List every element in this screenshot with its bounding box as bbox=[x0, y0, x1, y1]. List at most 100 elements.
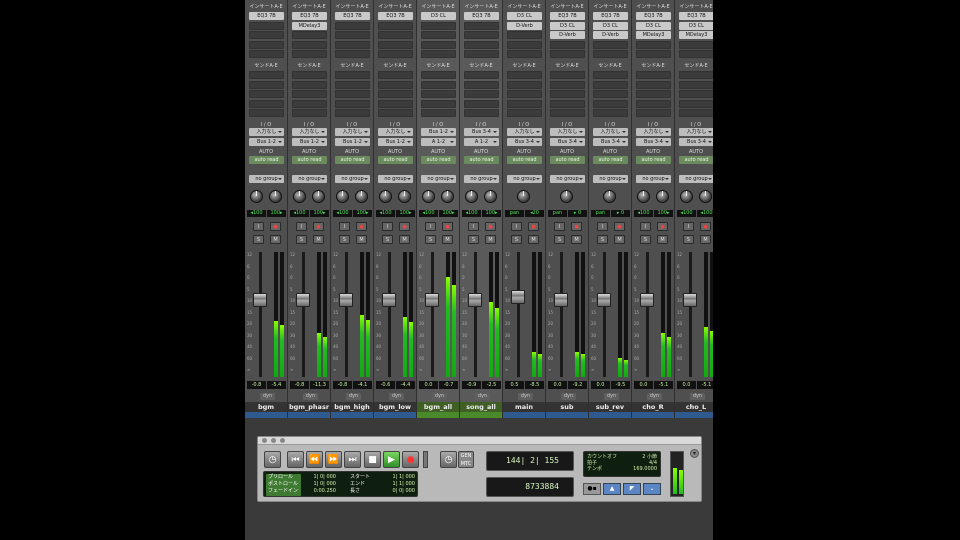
pan-readout-right[interactable]: ▸ 0 bbox=[568, 210, 587, 217]
insert-slot[interactable]: EQ3 7B bbox=[464, 12, 499, 20]
output-selector[interactable]: Bus 1-2 bbox=[292, 138, 327, 146]
pan-readout-right[interactable]: ▸ 0 bbox=[611, 210, 630, 217]
zoom-button[interactable] bbox=[280, 438, 285, 443]
volume-readout[interactable]: 0.0 bbox=[591, 381, 610, 389]
insert-slot-empty[interactable] bbox=[550, 50, 585, 58]
insert-slot-empty[interactable] bbox=[464, 31, 499, 39]
rewind-button[interactable]: ⏪ bbox=[306, 451, 323, 468]
volume-readout[interactable]: 0.5 bbox=[505, 381, 524, 389]
volume-fader[interactable] bbox=[511, 290, 525, 304]
group-selector[interactable]: no group bbox=[679, 175, 713, 183]
solo-button[interactable]: S bbox=[253, 235, 264, 244]
insert-slot-empty[interactable] bbox=[378, 50, 413, 58]
minimize-button[interactable] bbox=[271, 438, 276, 443]
pan-knob-right[interactable] bbox=[699, 190, 712, 203]
insert-slot-empty[interactable] bbox=[507, 31, 542, 39]
sync-button[interactable]: ◷ bbox=[440, 451, 457, 468]
mute-button[interactable]: M bbox=[614, 235, 625, 244]
output-selector[interactable]: A 1-2 bbox=[464, 138, 499, 146]
mute-button[interactable]: M bbox=[399, 235, 410, 244]
track-name[interactable]: cho_L bbox=[675, 402, 713, 412]
send-slot-empty[interactable] bbox=[335, 109, 370, 117]
insert-slot[interactable]: EQ3 7B bbox=[550, 12, 585, 20]
insert-slot[interactable]: EQ3 7B bbox=[679, 12, 713, 20]
gen-mtc-button[interactable]: GEN MTC bbox=[458, 451, 474, 468]
send-slot-empty[interactable] bbox=[636, 99, 671, 108]
insert-slot[interactable]: D-Verb bbox=[550, 31, 585, 39]
send-slot-empty[interactable] bbox=[378, 109, 413, 117]
dyn-indicator[interactable]: dyn bbox=[389, 393, 404, 400]
send-slot-empty[interactable] bbox=[507, 90, 542, 98]
insert-slot[interactable]: EQ3 7B bbox=[292, 12, 327, 20]
insert-slot-empty[interactable] bbox=[679, 40, 713, 49]
mute-button[interactable]: M bbox=[485, 235, 496, 244]
peak-readout[interactable]: -4.4 bbox=[396, 381, 415, 389]
send-slot-empty[interactable] bbox=[292, 71, 327, 79]
insert-slot-empty[interactable] bbox=[249, 40, 284, 49]
volume-readout[interactable]: -0.8 bbox=[290, 381, 309, 389]
insert-slot-empty[interactable] bbox=[249, 31, 284, 39]
input-selector[interactable]: Bus 3-4 bbox=[464, 128, 499, 136]
insert-slot[interactable]: D3 CL bbox=[636, 21, 671, 30]
send-slot-empty[interactable] bbox=[421, 99, 456, 108]
input-selector[interactable]: Bus 1-2 bbox=[421, 128, 456, 136]
solo-button[interactable]: S bbox=[683, 235, 694, 244]
send-slot-empty[interactable] bbox=[378, 90, 413, 98]
insert-slot-empty[interactable] bbox=[292, 31, 327, 39]
insert-slot[interactable]: D3 CL bbox=[507, 12, 542, 20]
insert-slot[interactable]: EQ3 7B bbox=[249, 12, 284, 20]
input-monitor-button[interactable]: I bbox=[683, 222, 694, 231]
pan-readout-right[interactable]: 100▸ bbox=[353, 210, 372, 217]
group-selector[interactable]: no group bbox=[464, 175, 499, 183]
send-slot-empty[interactable] bbox=[292, 80, 327, 89]
track-name[interactable]: sub_rev bbox=[589, 402, 631, 412]
insert-slot-empty[interactable] bbox=[249, 50, 284, 58]
volume-fader[interactable] bbox=[554, 292, 568, 307]
send-slot-empty[interactable] bbox=[464, 99, 499, 108]
pan-readout-left[interactable]: ◂100 bbox=[290, 210, 309, 217]
output-selector[interactable]: Bus 3-4 bbox=[636, 138, 671, 146]
volume-fader[interactable] bbox=[253, 292, 267, 307]
pan-readout-right[interactable]: 100▸ bbox=[439, 210, 458, 217]
volume-readout[interactable]: -0.9 bbox=[462, 381, 481, 389]
insert-slot[interactable]: EQ3 7B bbox=[335, 12, 370, 20]
insert-slot[interactable]: D-Verb bbox=[593, 31, 628, 39]
mute-button[interactable]: M bbox=[528, 235, 539, 244]
input-selector[interactable]: 入力なし bbox=[679, 128, 713, 136]
input-monitor-button[interactable]: I bbox=[640, 222, 651, 231]
volume-fader[interactable] bbox=[296, 292, 310, 307]
insert-slot[interactable]: EQ3 7B bbox=[636, 12, 671, 20]
pan-knob-left[interactable] bbox=[422, 190, 435, 203]
pan-knob-right[interactable] bbox=[484, 190, 497, 203]
track-name[interactable]: bgm_high bbox=[331, 402, 373, 412]
insert-slot[interactable]: D3 CL bbox=[593, 21, 628, 30]
peak-readout[interactable]: -5.4 bbox=[267, 381, 286, 389]
automation-mode-selector[interactable]: auto read bbox=[679, 156, 713, 164]
insert-slot[interactable]: D3 CL bbox=[550, 21, 585, 30]
solo-button[interactable]: S bbox=[382, 235, 393, 244]
input-monitor-button[interactable]: I bbox=[382, 222, 393, 231]
send-slot-empty[interactable] bbox=[593, 109, 628, 117]
pan-knob-right[interactable] bbox=[656, 190, 669, 203]
record-arm-button[interactable]: ● bbox=[313, 222, 324, 231]
online-button[interactable]: ◷ bbox=[264, 451, 281, 468]
record-arm-button[interactable]: ● bbox=[571, 222, 582, 231]
volume-fader[interactable] bbox=[640, 292, 654, 307]
peak-readout[interactable]: -9.2 bbox=[568, 381, 587, 389]
group-selector[interactable]: no group bbox=[550, 175, 585, 183]
send-slot-empty[interactable] bbox=[292, 109, 327, 117]
record-arm-button[interactable]: ● bbox=[399, 222, 410, 231]
track-name[interactable]: bgm_low bbox=[374, 402, 416, 412]
pan-readout-left[interactable]: ◂100 bbox=[376, 210, 395, 217]
peak-readout[interactable]: -11.3 bbox=[310, 381, 329, 389]
insert-slot[interactable]: MDelay3 bbox=[292, 21, 327, 30]
pan-knob[interactable] bbox=[560, 190, 573, 203]
output-selector[interactable]: Bus 3-4 bbox=[507, 138, 542, 146]
input-selector[interactable]: 入力なし bbox=[335, 128, 370, 136]
input-monitor-button[interactable]: I bbox=[597, 222, 608, 231]
send-slot-empty[interactable] bbox=[550, 99, 585, 108]
output-selector[interactable]: Bus 1-2 bbox=[249, 138, 284, 146]
pan-readout-right[interactable]: 100▸ bbox=[482, 210, 501, 217]
volume-readout[interactable]: -0.8 bbox=[247, 381, 266, 389]
go-to-end-button[interactable]: ⏭ bbox=[344, 451, 361, 468]
